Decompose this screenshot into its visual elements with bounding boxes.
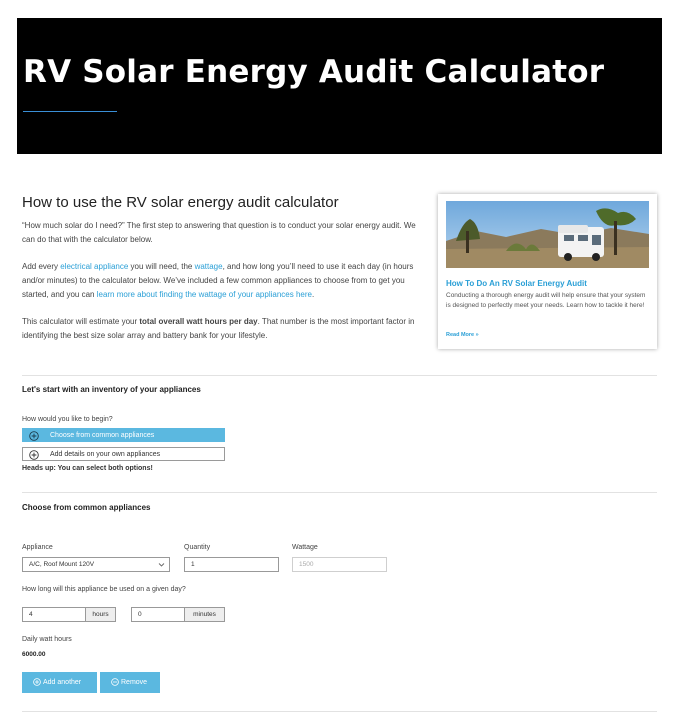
plus-circle-icon: [33, 678, 41, 686]
hero-banner: RV Solar Energy Audit Calculator: [17, 18, 662, 154]
add-another-label: Add another: [43, 679, 82, 686]
plus-circle-icon: [29, 431, 39, 441]
intro-text: .: [311, 290, 315, 299]
plus-circle-icon: [29, 450, 39, 460]
rv-photo[interactable]: [446, 201, 649, 268]
minus-circle-icon: [111, 678, 119, 686]
add-another-button[interactable]: Add another: [22, 672, 97, 693]
hours-suffix: hours: [85, 607, 116, 622]
divider: [22, 711, 657, 712]
quantity-input[interactable]: 1: [184, 557, 279, 572]
common-appliances-title: Choose from common appliances: [22, 503, 151, 512]
daily-watt-hours-value: 6000.00: [22, 651, 46, 658]
hours-suffix-label: hours: [92, 611, 109, 618]
add-own-label: Add details on your own appliances: [50, 451, 161, 458]
hours-value: 4: [29, 611, 33, 618]
learn-wattage-link[interactable]: learn more about finding the wattage of …: [97, 290, 312, 299]
quantity-value: 1: [191, 561, 195, 568]
article-title-link[interactable]: How To Do An RV Solar Energy Audit: [446, 279, 587, 288]
intro-paragraph-1: “How much solar do I need?” The first st…: [22, 221, 416, 244]
intro-text: you will need, the: [128, 262, 195, 271]
title-underline: [23, 111, 117, 112]
intro-text: This calculator will estimate your: [22, 317, 140, 326]
remove-button[interactable]: Remove: [100, 672, 160, 693]
page-title: RV Solar Energy Audit Calculator: [23, 54, 605, 90]
read-more-link[interactable]: Read More »: [446, 332, 479, 338]
intro-text: Add every: [22, 262, 61, 271]
divider: [22, 492, 657, 493]
minutes-suffix-label: minutes: [193, 611, 216, 618]
wattage-input: 1500: [292, 557, 387, 572]
minutes-suffix: minutes: [184, 607, 225, 622]
intro-paragraph-2: Add every electrical appliance you will …: [22, 260, 420, 302]
remove-label: Remove: [121, 679, 148, 686]
intro-heading: How to use the RV solar energy audit cal…: [22, 194, 339, 211]
intro-emphasis: total overall watt hours per day: [139, 317, 258, 326]
minutes-value: 0: [138, 611, 142, 618]
appliance-select[interactable]: A/C, Roof Mount 120V: [22, 557, 170, 572]
heads-up-note: Heads up: You can select both options!: [22, 465, 153, 472]
appliance-label: Appliance: [22, 544, 53, 551]
chevron-down-icon: [158, 561, 165, 570]
intro-section: How to use the RV solar energy audit cal…: [22, 194, 420, 356]
intro-paragraph-3: This calculator will estimate your total…: [22, 315, 420, 343]
wattage-label: Wattage: [292, 544, 318, 551]
electrical-appliance-link[interactable]: electrical appliance: [60, 262, 128, 271]
hours-input[interactable]: 4: [22, 607, 86, 622]
appliance-selected-value: A/C, Roof Mount 120V: [29, 561, 95, 568]
divider: [22, 375, 657, 376]
choose-common-appliances-button[interactable]: Choose from common appliances: [22, 428, 225, 442]
inventory-title: Let's start with an inventory of your ap…: [22, 385, 201, 394]
daily-watt-hours-label: Daily watt hours: [22, 636, 72, 643]
quantity-label: Quantity: [184, 544, 211, 551]
usage-question: How long will this appliance be used on …: [22, 586, 186, 593]
begin-question: How would you like to begin?: [22, 416, 113, 423]
minutes-input[interactable]: 0: [131, 607, 185, 622]
wattage-value: 1500: [299, 561, 314, 568]
article-description: Conducting a thorough energy audit will …: [446, 292, 646, 309]
wattage-link[interactable]: wattage: [195, 262, 223, 271]
article-card[interactable]: How To Do An RV Solar Energy Audit Condu…: [438, 194, 657, 349]
add-own-appliances-button[interactable]: Add details on your own appliances: [22, 447, 225, 461]
choose-common-label: Choose from common appliances: [50, 432, 155, 439]
